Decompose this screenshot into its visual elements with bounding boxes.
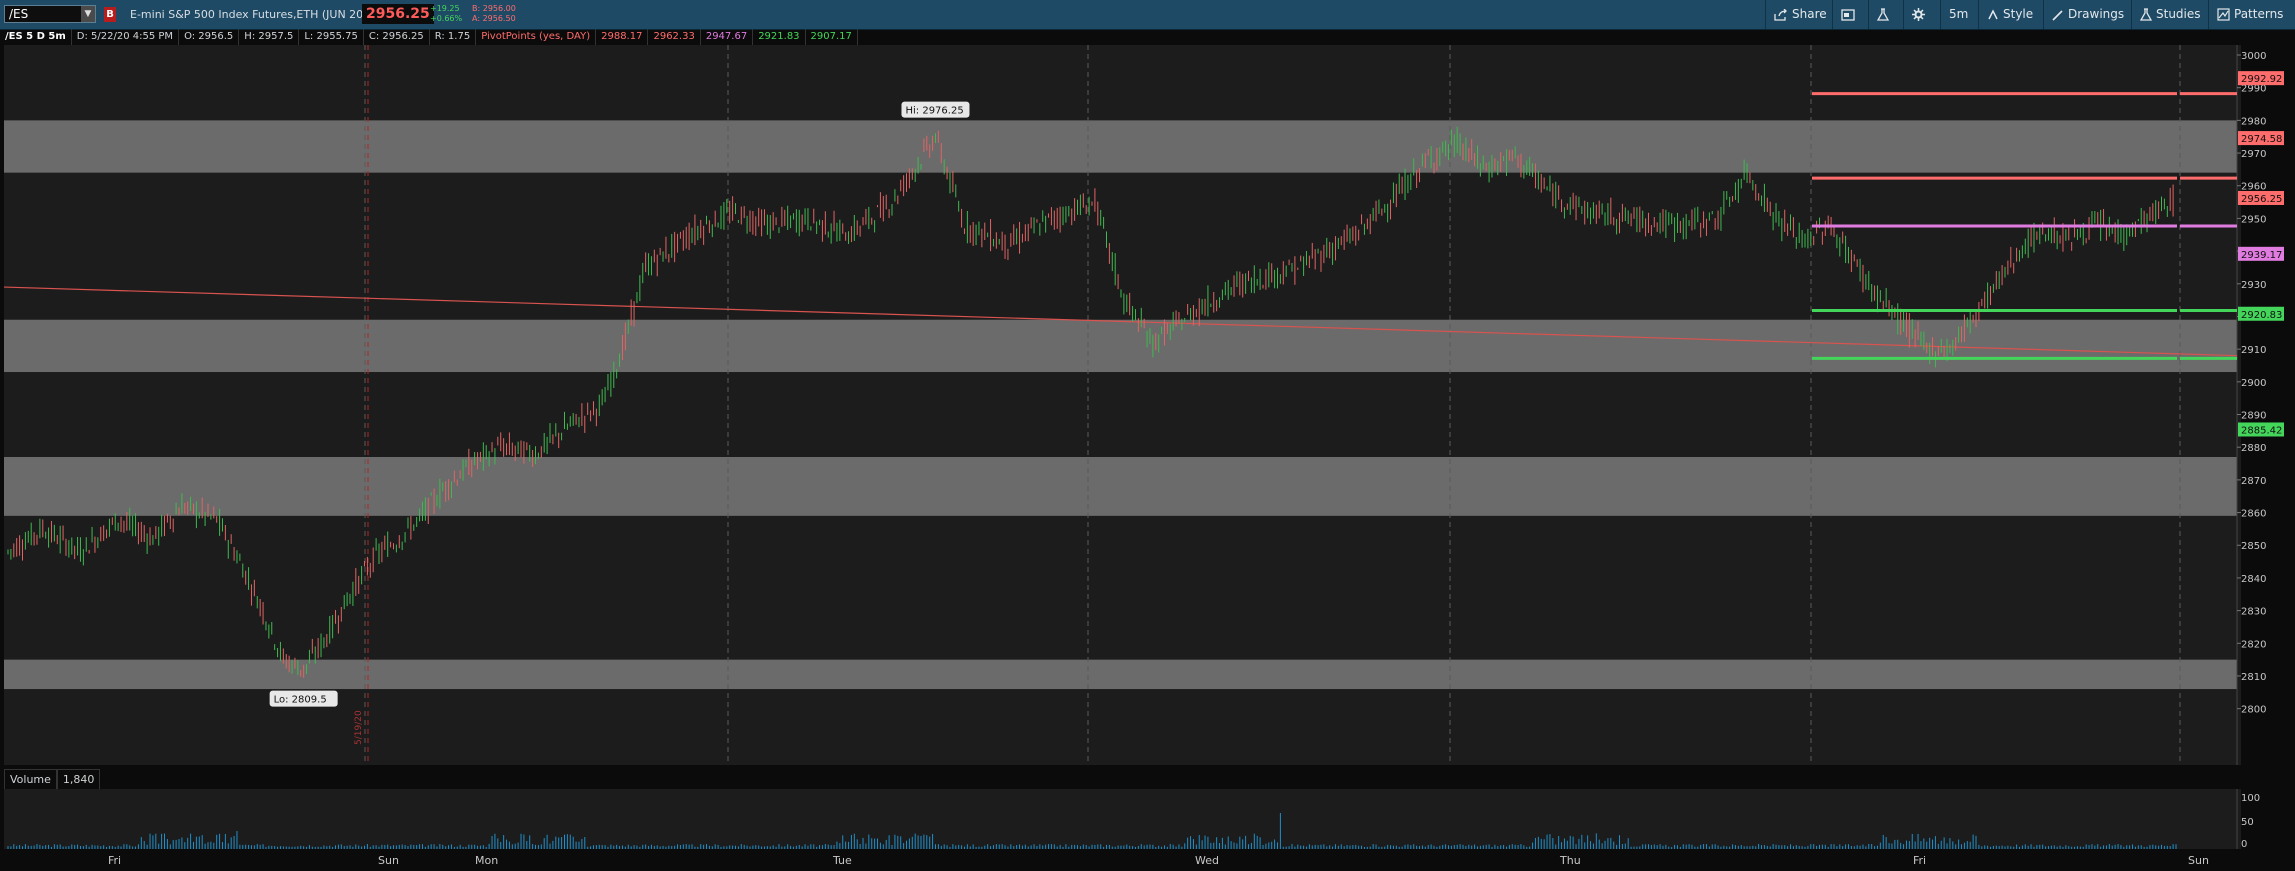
support-zone <box>4 457 2237 516</box>
y-tick-label: 2800 <box>2241 705 2266 716</box>
pivot-value-r1: 2962.33 <box>648 29 701 45</box>
price-tag-label: 2885.42 <box>2241 425 2282 436</box>
pivot-value-s2: 2907.17 <box>806 29 858 45</box>
x-axis-label: Mon <box>475 854 498 867</box>
style-button[interactable]: Style <box>1978 0 2033 29</box>
y-tick-label: 2870 <box>2241 476 2266 487</box>
bid-value: B: 2956.00 <box>472 4 516 13</box>
volume-tick-label: 100 <box>2241 793 2260 804</box>
last-price: 2956.25 <box>362 4 434 24</box>
instrument-title: E-mini S&P 500 Index Futures,ETH (JUN 20… <box>130 8 368 21</box>
style-label: Style <box>2003 7 2034 21</box>
bid-ask: B: 2956.00 A: 2956.50 <box>472 4 516 24</box>
patterns-icon <box>2217 8 2230 21</box>
gear-icon <box>1912 8 1925 21</box>
y-tick-label: 2990 <box>2241 84 2266 95</box>
date-value: D: 5/22/20 4:55 PM <box>72 29 180 45</box>
flask-button[interactable] <box>1868 0 1893 29</box>
y-tick-label: 2820 <box>2241 639 2266 650</box>
price-tag-label: 2939.17 <box>2241 250 2282 261</box>
x-axis-label: Fri <box>1913 854 1926 867</box>
y-tick-label: 2890 <box>2241 411 2266 422</box>
interval-button[interactable]: 5m <box>1940 0 1968 29</box>
y-tick-label: 2830 <box>2241 607 2266 618</box>
snapshot-icon <box>1841 8 1855 21</box>
x-axis-label: Tue <box>832 854 852 867</box>
y-tick-label: 2880 <box>2241 443 2266 454</box>
volume-label: Volume <box>4 769 57 791</box>
annotation-label: Lo: 2809.5 <box>274 695 327 706</box>
ask-value: A: 2956.50 <box>472 14 516 23</box>
x-axis-label: Fri <box>108 854 121 867</box>
info-bar: /ES 5 D 5m D: 5/22/20 4:55 PM O: 2956.5 H: … <box>0 29 858 45</box>
snapshot-button[interactable] <box>1832 0 1859 29</box>
price-tag-label: 2956.25 <box>2241 194 2282 205</box>
x-axis-label: Thu <box>1559 854 1581 867</box>
y-tick-label: 2950 <box>2241 214 2266 225</box>
y-tick-label: 2900 <box>2241 378 2266 389</box>
y-tick-label: 2850 <box>2241 541 2266 552</box>
flask-icon <box>2140 8 2152 21</box>
symbol-dropdown-icon[interactable]: ▼ <box>81 6 95 22</box>
volume-chart[interactable]: 100 50 0 Fri Sun Mon Tue Wed Thu Fri Sun <box>0 789 2295 871</box>
y-tick-label: 3000 <box>2241 51 2266 62</box>
open-value: O: 2956.5 <box>179 29 240 45</box>
change-abs: +19.25 <box>430 4 460 13</box>
price-tag-label: 2992.92 <box>2241 74 2282 85</box>
top-toolbar: /ES ▼ B E-mini S&P 500 Index Futures,ETH… <box>0 0 2295 30</box>
y-tick-label: 2980 <box>2241 116 2266 127</box>
timeframe-label: /ES 5 D 5m <box>0 29 72 45</box>
share-button[interactable]: Share <box>1765 0 1827 29</box>
y-tick-label: 2810 <box>2241 672 2266 683</box>
y-tick-label: 2840 <box>2241 574 2266 585</box>
flask-icon <box>1877 8 1889 21</box>
pivot-study-label[interactable]: PivotPoints (yes, DAY) <box>476 29 597 45</box>
volume-background <box>4 789 2241 849</box>
studies-label: Studies <box>2156 7 2201 21</box>
symbol-value: /ES <box>9 7 29 21</box>
x-axis-label: Wed <box>1195 854 1219 867</box>
volume-tick-label: 50 <box>2241 817 2254 828</box>
session-marker-label: 5/19/20 <box>354 710 364 745</box>
settings-button[interactable] <box>1903 0 1929 29</box>
x-axis-label: Sun <box>378 854 399 867</box>
y-tick-label: 2860 <box>2241 509 2266 520</box>
y-tick-label: 2910 <box>2241 345 2266 356</box>
drawings-label: Drawings <box>2068 7 2125 21</box>
y-tick-label: 2970 <box>2241 149 2266 160</box>
red-marker-icon: B <box>104 7 116 22</box>
price-chart[interactable]: 5/19/20 30002990298029702960295029402930… <box>0 45 2295 765</box>
price-tag-label: 2974.58 <box>2241 134 2282 145</box>
support-zone <box>4 659 2237 690</box>
y-tick-label: 2930 <box>2241 280 2266 291</box>
pivot-value-s1: 2921.83 <box>753 29 806 45</box>
pivot-value-pp: 2947.67 <box>701 29 754 45</box>
interval-label: 5m <box>1949 7 1969 21</box>
price-change: +19.25 +0.66% <box>430 4 462 24</box>
price-tag-label: 2920.83 <box>2241 310 2282 321</box>
high-value: H: 2957.5 <box>239 29 300 45</box>
share-icon <box>1774 8 1787 21</box>
close-value: C: 2956.25 <box>364 29 430 45</box>
support-zone <box>4 120 2237 173</box>
volume-tick-label: 0 <box>2241 839 2247 850</box>
share-label: Share <box>1792 7 1827 21</box>
change-pct: +0.66% <box>430 14 463 23</box>
low-value: L: 2955.75 <box>299 29 364 45</box>
volume-value: 1,840 <box>56 769 101 791</box>
style-icon <box>1988 8 1998 19</box>
patterns-label: Patterns <box>2234 7 2284 21</box>
patterns-button[interactable]: Patterns <box>2208 0 2283 29</box>
studies-button[interactable]: Studies <box>2131 0 2201 29</box>
pencil-icon <box>2052 9 2063 21</box>
range-value: R: 1.75 <box>430 29 477 45</box>
drawings-button[interactable]: Drawings <box>2043 0 2124 29</box>
x-axis-label: Sun <box>2188 854 2209 867</box>
volume-header: Volume 1,840 <box>4 769 101 791</box>
symbol-input[interactable]: /ES ▼ <box>4 5 96 23</box>
pivot-value-r2: 2988.17 <box>596 29 649 45</box>
annotation-label: Hi: 2976.25 <box>905 106 963 117</box>
